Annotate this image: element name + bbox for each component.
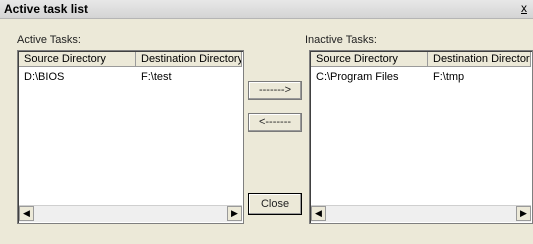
move-to-inactive-button[interactable]: ------->: [248, 81, 302, 100]
active-col-source-header[interactable]: Source Directory: [19, 52, 136, 67]
window-title: Active task list: [4, 2, 89, 16]
inactive-row-1-source[interactable]: C:\Program Files: [316, 71, 424, 84]
inactive-tasks-label: Inactive Tasks:: [305, 34, 377, 46]
title-bar: Active task list x: [0, 0, 533, 19]
active-col-destination-header[interactable]: Destination Directory: [136, 52, 242, 67]
inactive-row-1-destination[interactable]: F:\tmp: [433, 71, 529, 84]
active-row-1-source[interactable]: D:\BIOS: [24, 71, 132, 84]
active-horizontal-scrollbar[interactable]: ◀ ▶: [19, 205, 242, 222]
active-tasks-label: Active Tasks:: [17, 34, 81, 46]
inactive-col-destination-header[interactable]: Destination Directory: [428, 52, 531, 67]
active-row-1-destination[interactable]: F:\test: [141, 71, 241, 84]
scroll-right-icon[interactable]: ▶: [516, 206, 531, 221]
scroll-left-icon[interactable]: ◀: [311, 206, 326, 221]
move-to-active-button[interactable]: <-------: [248, 113, 302, 132]
inactive-tasks-list[interactable]: Source Directory Destination Directory C…: [309, 50, 533, 224]
inactive-horizontal-scrollbar[interactable]: ◀ ▶: [311, 205, 531, 222]
window-close-button[interactable]: x: [521, 1, 527, 15]
scroll-right-icon[interactable]: ▶: [227, 206, 242, 221]
active-tasks-list[interactable]: Source Directory Destination Directory D…: [17, 50, 244, 224]
inactive-col-source-header[interactable]: Source Directory: [311, 52, 428, 67]
scroll-left-icon[interactable]: ◀: [19, 206, 34, 221]
close-button[interactable]: Close: [248, 193, 302, 215]
